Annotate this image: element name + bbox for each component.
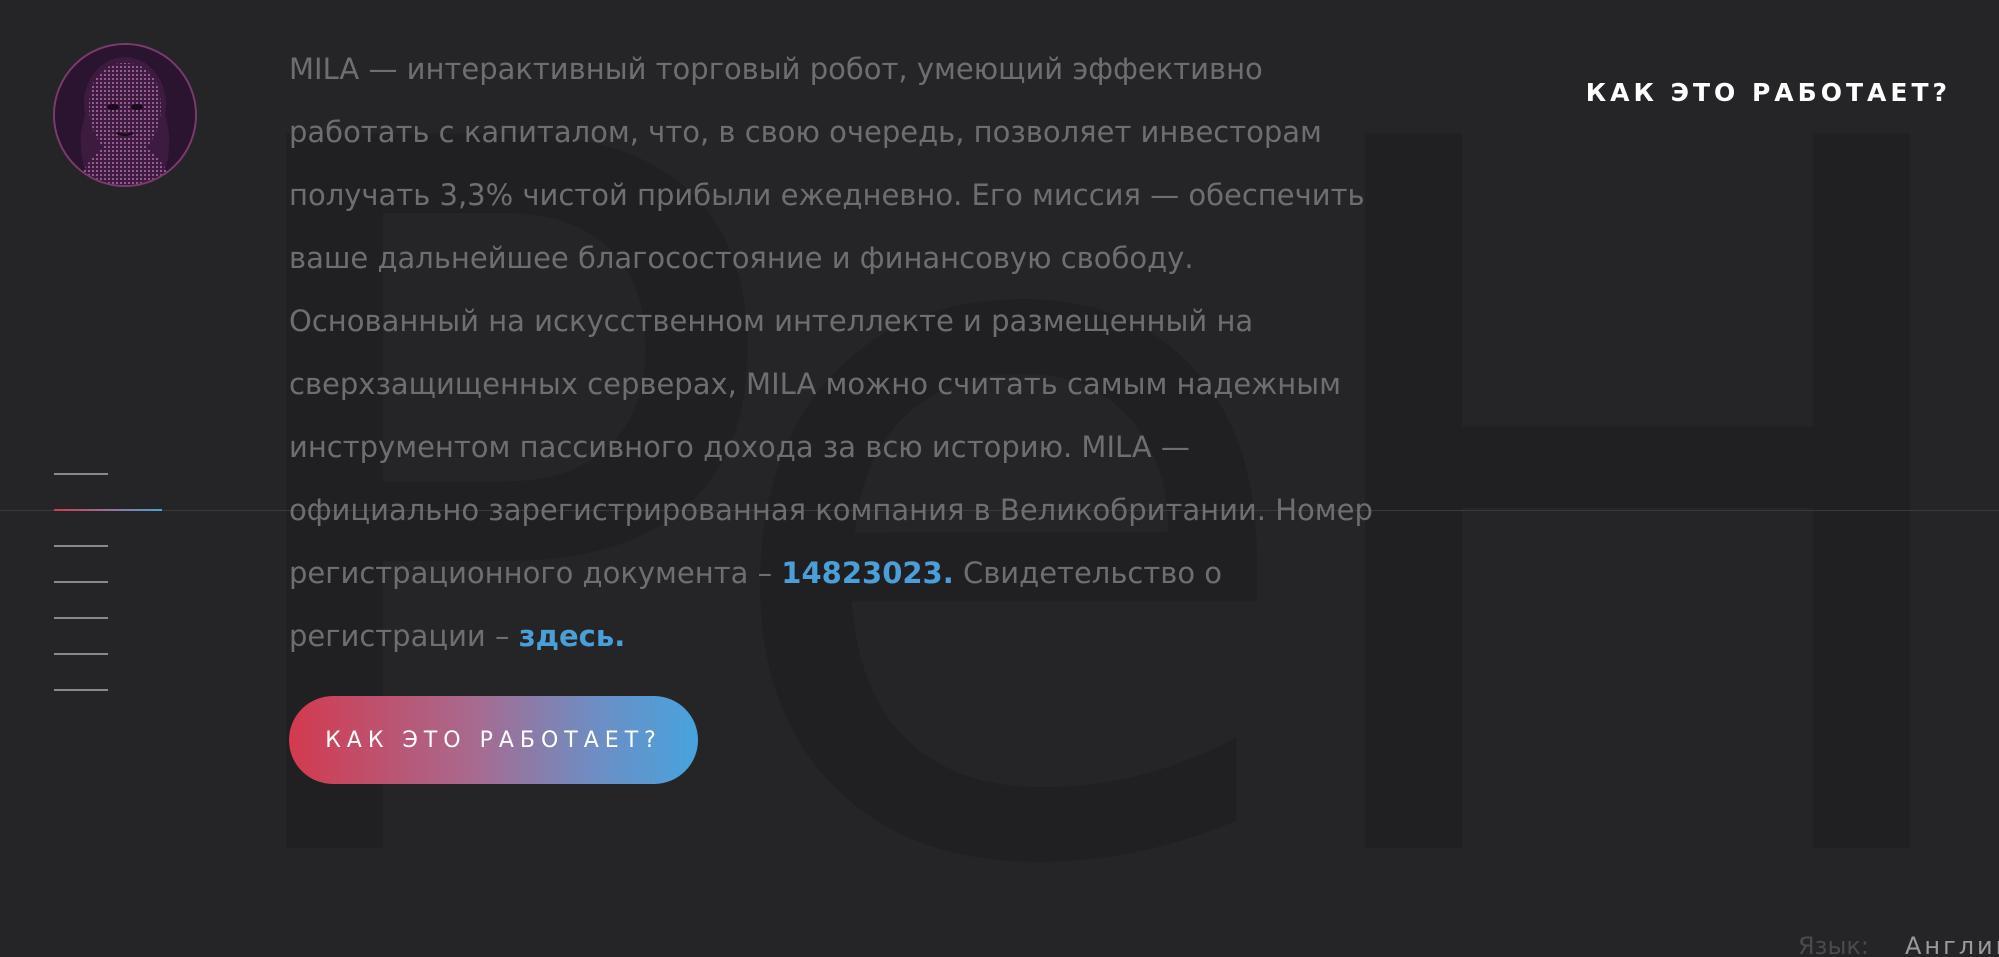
- registration-number-link[interactable]: 14823023.: [781, 556, 953, 590]
- side-nav-item[interactable]: [54, 653, 108, 655]
- about-text: MILA — интерактивный торговый робот, уме…: [289, 52, 1373, 590]
- side-nav-item[interactable]: [54, 689, 108, 691]
- language-label: Язык:: [1798, 932, 1869, 957]
- avatar[interactable]: [53, 43, 197, 187]
- how-it-works-nav-link[interactable]: КАК ЭТО РАБОТАЕТ?: [1586, 78, 1951, 107]
- certificate-link[interactable]: здесь.: [519, 619, 625, 653]
- robot-woman-avatar-icon: [55, 45, 195, 185]
- side-nav-item[interactable]: [54, 617, 108, 619]
- side-section-nav: [54, 473, 162, 725]
- page: PeH КАК ЭТО РАБОТАЕТ? MILA — интерактивн…: [0, 0, 1999, 957]
- about-paragraph: MILA — интерактивный торговый робот, уме…: [289, 38, 1379, 668]
- language-selector: Язык: Англий: [1798, 932, 1999, 957]
- side-nav-item[interactable]: [54, 473, 108, 475]
- side-nav-item[interactable]: [54, 545, 108, 547]
- side-nav-item[interactable]: [54, 581, 108, 583]
- side-nav-item-active[interactable]: [54, 509, 162, 511]
- how-it-works-button[interactable]: КАК ЭТО РАБОТАЕТ?: [289, 696, 698, 784]
- language-value[interactable]: Англий: [1905, 932, 1999, 957]
